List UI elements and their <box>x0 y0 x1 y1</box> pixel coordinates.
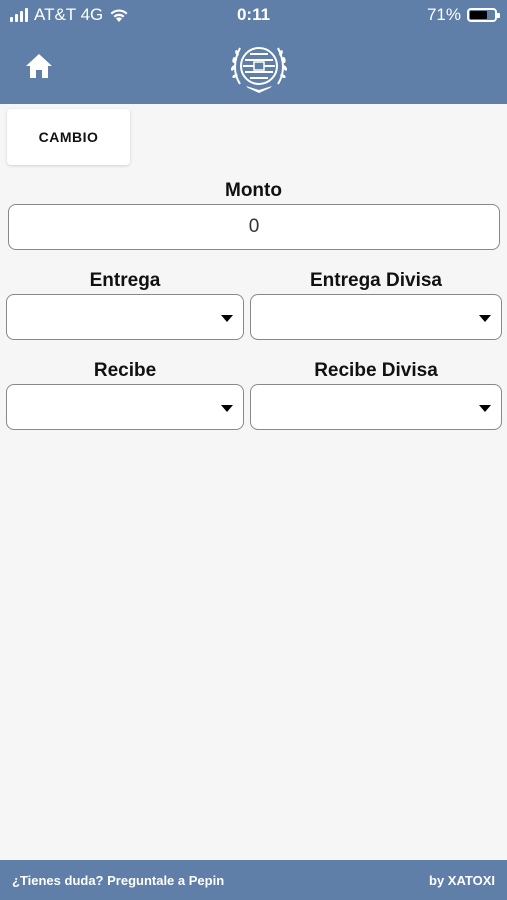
home-icon <box>26 54 52 78</box>
battery-fill <box>470 11 488 19</box>
recibe-divisa-label: Recibe Divisa <box>314 360 438 381</box>
app-header: AT&T 4G 0:11 71% <box>0 0 507 104</box>
caret-down-icon <box>221 405 233 412</box>
monto-label: Monto <box>225 180 282 201</box>
battery-icon <box>467 8 500 22</box>
laurel-emblem-logo <box>226 38 292 94</box>
caret-down-icon <box>479 405 491 412</box>
home-button[interactable] <box>24 52 54 80</box>
recibe-divisa-select[interactable] <box>250 384 502 430</box>
status-bar: AT&T 4G 0:11 71% <box>0 0 507 30</box>
entrega-label: Entrega <box>89 270 161 291</box>
credit-text: by XATOXI <box>429 873 495 888</box>
monto-input[interactable] <box>8 204 500 250</box>
recibe-label: Recibe <box>93 360 157 381</box>
recibe-select[interactable] <box>6 384 244 430</box>
entrega-divisa-label: Entrega Divisa <box>310 270 442 291</box>
entrega-divisa-select[interactable] <box>250 294 502 340</box>
footer-bar: ¿Tienes duda? Preguntale a Pepin by XATO… <box>0 860 507 900</box>
help-link[interactable]: ¿Tienes duda? Preguntale a Pepin <box>12 873 224 888</box>
caret-down-icon <box>479 315 491 322</box>
battery-percent: 71% <box>426 5 461 24</box>
status-right: 71% <box>426 5 500 25</box>
caret-down-icon <box>221 315 233 322</box>
entrega-select[interactable] <box>6 294 244 340</box>
cambio-tab-button[interactable]: CAMBIO <box>7 109 130 165</box>
